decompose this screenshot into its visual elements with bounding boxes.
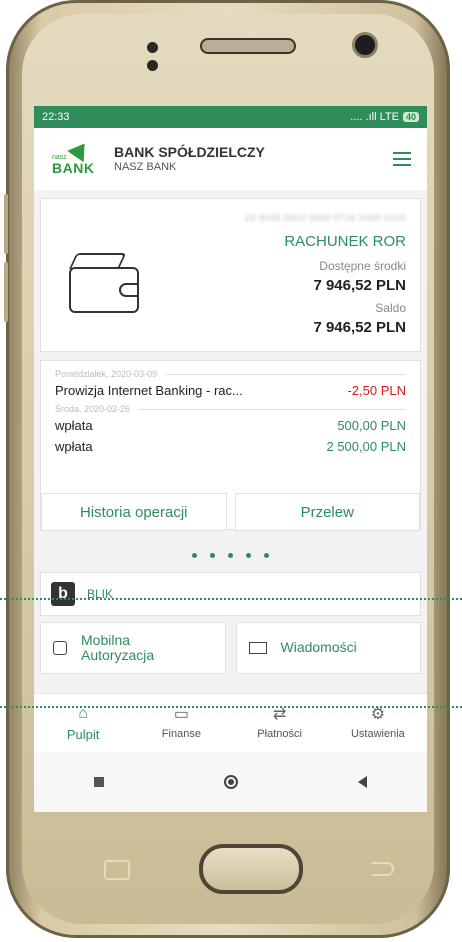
- nav-label: Finanse: [161, 728, 201, 740]
- hardware-recent-key[interactable]: [104, 860, 130, 880]
- hardware-back-key[interactable]: [372, 862, 394, 876]
- sensor-dots: [147, 40, 177, 71]
- blik-shortcut[interactable]: b BLIK: [40, 572, 421, 616]
- wallet-icon: ▭: [173, 706, 189, 723]
- bottom-navigation: ⌂ Pulpit ▭ Finanse ⇄ Płatności ⚙ Ustawie…: [34, 693, 427, 752]
- nav-pulpit[interactable]: ⌂ Pulpit: [34, 694, 132, 752]
- nav-label: Płatności: [257, 728, 302, 740]
- status-bar: 22:33 .... .ıll LTE 40: [34, 106, 427, 128]
- nav-label: Ustawienia: [350, 728, 405, 740]
- hardware-home-button[interactable]: [199, 844, 303, 894]
- available-funds-value: 7 946,52 PLN: [313, 277, 406, 294]
- app-header: nasz BANK BANK SPÓŁDZIELCZY NASZ BANK: [34, 128, 427, 190]
- operation-title: Prowizja Internet Banking - rac...: [55, 383, 243, 398]
- nav-finanse[interactable]: ▭ Finanse: [132, 694, 230, 752]
- bank-logo: nasz BANK: [52, 137, 100, 176]
- operation-row[interactable]: Prowizja Internet Banking - rac... -2,50…: [55, 383, 406, 398]
- transfer-button[interactable]: Przelew: [234, 493, 420, 531]
- system-navigation-bar: [34, 752, 427, 812]
- account-number: 29 9045 0002 0000 0726 0000 0010: [244, 213, 406, 223]
- account-actions: Historia operacji Przelew: [41, 493, 420, 531]
- volume-button-lower: [4, 262, 8, 322]
- operation-amount: 500,00 PLN: [337, 418, 406, 433]
- operation-row[interactable]: wpłata 2 500,00 PLN: [55, 439, 406, 454]
- bank-name: BANK SPÓŁDZIELCZY NASZ BANK: [114, 144, 265, 173]
- nav-platnosci[interactable]: ⇄ Płatności: [231, 694, 329, 752]
- wallet-icon: [69, 267, 139, 313]
- balance-label: Saldo: [375, 301, 406, 315]
- recent-operations: Poniedziałek, 2020-03-09 Prowizja Intern…: [40, 360, 421, 531]
- bank-subtitle: NASZ BANK: [114, 160, 177, 173]
- bank-title: BANK SPÓŁDZIELCZY: [114, 144, 265, 161]
- logo-text-bottom: BANK: [52, 160, 95, 176]
- operation-amount: -2,50 PLN: [347, 383, 406, 398]
- battery-icon: 40: [402, 112, 419, 122]
- highlight-divider-top: [0, 598, 462, 600]
- tile-label-line2: Autoryzacja: [81, 647, 155, 663]
- phone-lock-icon: [53, 641, 67, 655]
- history-button[interactable]: Historia operacji: [41, 493, 227, 531]
- recent-apps-icon[interactable]: [94, 777, 104, 787]
- leaf-icon: [67, 137, 93, 163]
- volume-button: [4, 194, 8, 254]
- mobile-authorization-tile[interactable]: Mobilna Autoryzacja: [40, 622, 226, 674]
- account-name: RACHUNEK ROR: [284, 233, 406, 250]
- page-indicator[interactable]: [40, 544, 421, 566]
- signal-indicator: .... .ıll LTE: [350, 111, 399, 123]
- envelope-icon: [248, 642, 267, 654]
- blik-icon: b: [51, 582, 75, 606]
- front-camera: [352, 32, 378, 58]
- hamburger-menu-icon[interactable]: [393, 152, 411, 166]
- available-funds-label: Dostępne środki: [319, 259, 406, 273]
- nav-label: Pulpit: [66, 726, 100, 742]
- nav-ustawienia[interactable]: ⚙ Ustawienia: [329, 694, 427, 752]
- shortcut-tiles: Mobilna Autoryzacja Wiadomości: [40, 622, 421, 674]
- highlight-divider-bottom: [0, 706, 462, 708]
- account-card[interactable]: 29 9045 0002 0000 0726 0000 0010 RACHUNE…: [40, 198, 421, 352]
- transfer-arrows-icon: ⇄: [272, 706, 287, 723]
- home-circle-icon[interactable]: [224, 775, 238, 789]
- tile-label-line1: Mobilna: [81, 631, 131, 648]
- operation-date: Poniedziałek, 2020-03-09: [55, 369, 406, 379]
- operation-title: wpłata: [55, 439, 93, 454]
- operation-row[interactable]: wpłata 500,00 PLN: [55, 418, 406, 433]
- operation-title: wpłata: [55, 418, 93, 433]
- operation-amount: 2 500,00 PLN: [326, 439, 406, 454]
- messages-tile[interactable]: Wiadomości: [235, 622, 421, 674]
- messages-label: Wiadomości: [280, 639, 357, 656]
- dashboard-content: 29 9045 0002 0000 0726 0000 0010 RACHUNE…: [34, 190, 427, 682]
- back-icon[interactable]: [358, 776, 367, 788]
- balance-value: 7 946,52 PLN: [313, 319, 406, 336]
- status-time: 22:33: [42, 111, 70, 123]
- earpiece-speaker: [200, 38, 296, 54]
- gear-icon: ⚙: [370, 706, 386, 723]
- operation-date: Środa, 2020-02-26: [55, 404, 406, 414]
